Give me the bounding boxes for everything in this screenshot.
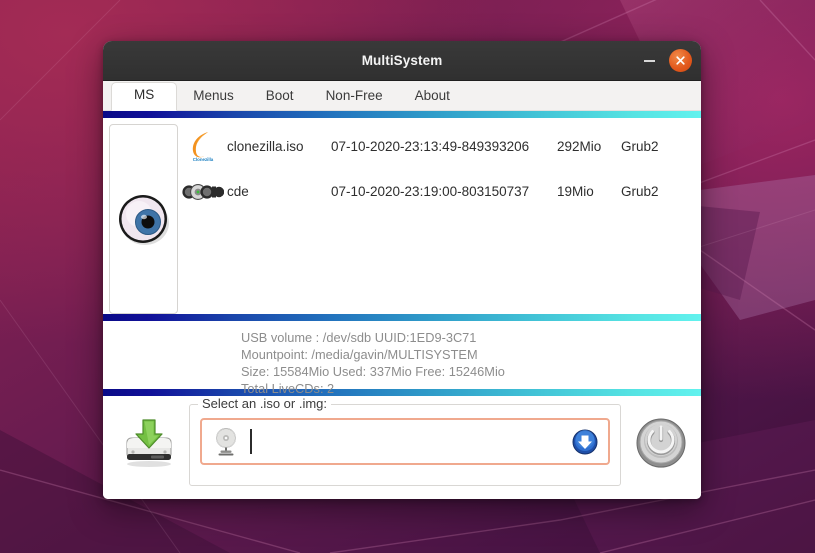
iso-path-field[interactable]	[200, 418, 610, 465]
window-title: MultiSystem	[361, 53, 443, 68]
info-usb-volume: USB volume : /dev/sdb UUID:1ED9-3C71	[241, 330, 477, 345]
tab-ms[interactable]: MS	[111, 82, 178, 111]
file-size: 292Mio	[557, 139, 602, 154]
file-bootloader: Grub2	[621, 184, 659, 199]
file-name: cde	[227, 184, 249, 199]
bottom-panel: Select an .iso or .img:	[103, 396, 701, 486]
table-row[interactable]: cde 07-10-2020-23:19:00-803150737 19Mio …	[179, 169, 701, 214]
file-bootloader: Grub2	[621, 139, 659, 154]
tab-bar: MS Menus Boot Non-Free About	[103, 81, 701, 111]
tab-boot[interactable]: Boot	[250, 83, 310, 111]
file-name: clonezilla.iso	[227, 139, 304, 154]
preview-pane[interactable]	[109, 124, 178, 314]
multisystem-window: MultiSystem MS Menus Boot Non-Free About	[103, 41, 701, 499]
info-size: Size: 15584Mio Used: 337Mio Free: 15246M…	[241, 364, 505, 379]
window-body: Clonezilla clonezilla.iso 07-10-2020-23:…	[103, 111, 701, 499]
gradient-divider-top	[103, 111, 701, 118]
svg-text:Clonezilla: Clonezilla	[193, 157, 214, 162]
file-size: 19Mio	[557, 184, 594, 199]
iso-path-input[interactable]	[252, 427, 570, 456]
window-titlebar: MultiSystem	[103, 41, 701, 81]
info-mountpoint: Mountpoint: /media/gavin/MULTISYSTEM	[241, 347, 478, 362]
window-controls	[638, 41, 692, 80]
close-button[interactable]	[669, 49, 692, 72]
file-date: 07-10-2020-23:13:49-849393206	[331, 139, 530, 154]
desktop-wallpaper: MultiSystem MS Menus Boot Non-Free About	[0, 0, 815, 553]
close-icon	[676, 56, 685, 65]
minimize-button[interactable]	[638, 50, 660, 72]
power-button-icon[interactable]	[631, 404, 691, 470]
file-date: 07-10-2020-23:19:00-803150737	[331, 184, 530, 199]
gradient-divider-bottom	[103, 389, 701, 396]
gradient-divider-middle	[103, 314, 701, 321]
hard-drive-download-icon[interactable]	[115, 404, 183, 468]
eyeball-icon	[118, 195, 169, 245]
tinycore-logo-icon	[179, 182, 227, 202]
file-list: Clonezilla clonezilla.iso 07-10-2020-23:…	[178, 124, 701, 314]
cd-disc-icon	[208, 427, 244, 457]
live-cd-list-area: Clonezilla clonezilla.iso 07-10-2020-23:…	[103, 118, 701, 314]
tab-menus[interactable]: Menus	[177, 83, 250, 111]
tab-about[interactable]: About	[399, 83, 466, 111]
minimize-icon	[643, 59, 655, 62]
download-arrow-icon[interactable]	[570, 429, 600, 455]
tab-non-free[interactable]: Non-Free	[310, 83, 399, 111]
clonezilla-logo-icon: Clonezilla	[179, 130, 227, 164]
table-row[interactable]: Clonezilla clonezilla.iso 07-10-2020-23:…	[179, 124, 701, 169]
iso-group-label: Select an .iso or .img:	[198, 396, 331, 412]
iso-select-group: Select an .iso or .img:	[189, 396, 621, 486]
usb-info-block: USB volume : /dev/sdb UUID:1ED9-3C71 Mou…	[103, 321, 701, 396]
